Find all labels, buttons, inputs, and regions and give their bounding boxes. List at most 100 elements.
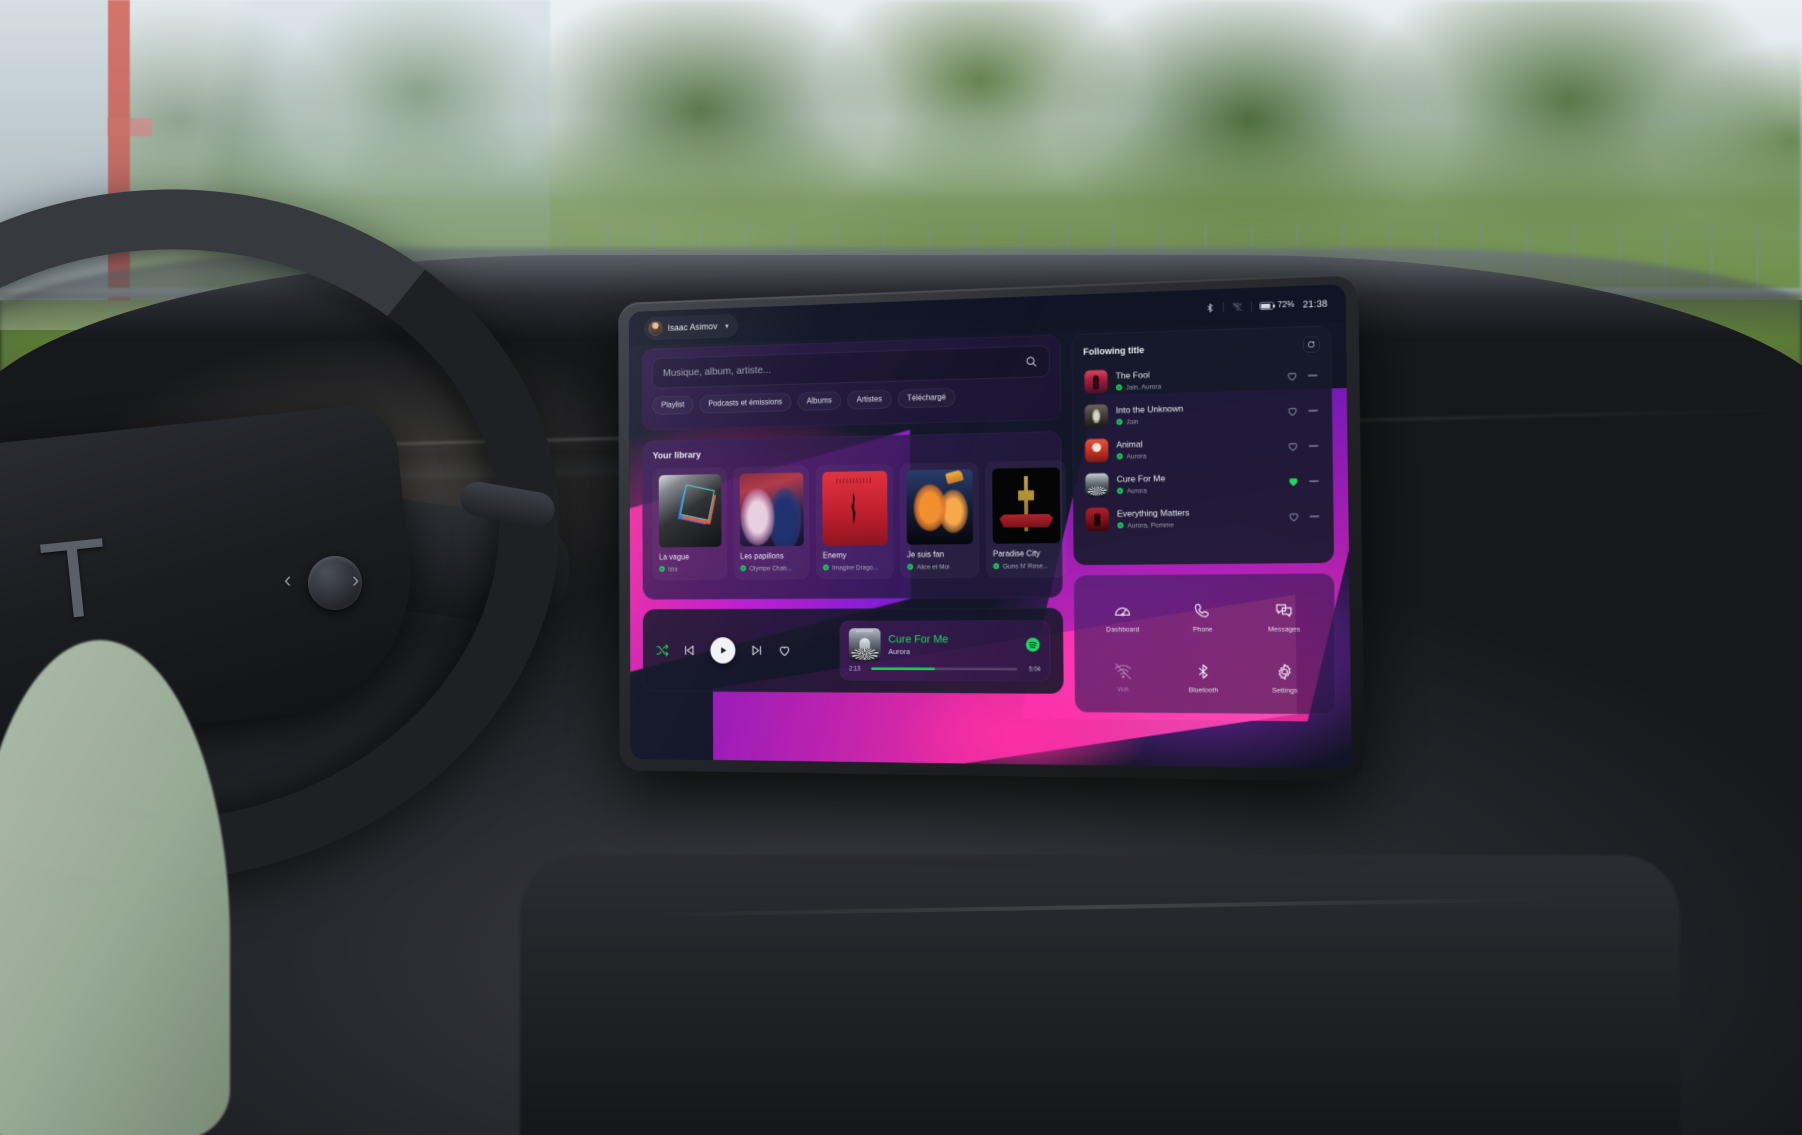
quick-action-phone[interactable]: Phone <box>1164 588 1242 646</box>
album-art <box>658 474 722 548</box>
left-column: Playlist Podcasts et émissions Albums Ar… <box>641 334 1067 600</box>
track-artist-row: Aurora <box>1116 449 1278 460</box>
track-row[interactable]: Animal Aurora <box>1084 430 1321 467</box>
album-artist-row: Olympe Chab... <box>740 564 803 572</box>
progress-slider[interactable] <box>871 667 1018 671</box>
spotify-icon <box>1116 418 1123 425</box>
shuffle-icon[interactable] <box>655 643 669 658</box>
remove-button[interactable] <box>1307 405 1319 417</box>
heart-icon[interactable] <box>777 643 791 658</box>
refresh-button[interactable] <box>1303 336 1320 353</box>
status-divider <box>1223 302 1224 313</box>
track-artist-row: Aurora <box>1117 484 1279 495</box>
track-artist-row: Aurora, Pomme <box>1117 519 1279 529</box>
album-artist-row: Alice et Moi <box>907 563 972 571</box>
album-card[interactable]: Paradise City Guns N' Rose... <box>985 460 1067 578</box>
track-artist: Jain, Aurora <box>1125 382 1162 392</box>
album-card[interactable]: Je suis fan Alice et Moi <box>900 462 979 579</box>
following-header: Following title <box>1083 336 1320 359</box>
avatar <box>648 320 663 336</box>
spotify-icon <box>1117 487 1124 494</box>
now-playing-card[interactable]: AURORA Cure For Me Aurora 2:13 5:04 <box>839 620 1051 682</box>
remove-button[interactable] <box>1308 475 1320 487</box>
infotainment-screen[interactable]: Isaac Asimov ▼ 72% 21:38 Musique, album,… <box>629 284 1352 769</box>
track-cover <box>1085 473 1109 497</box>
heart-icon[interactable] <box>1286 405 1299 418</box>
album-artist-row: Imagine Drago... <box>823 563 887 571</box>
album-artist: Izia <box>668 565 678 573</box>
track-list: The Fool Jain, Aurora Into the Unknown J… <box>1083 359 1321 535</box>
quick-action-label: Wifi <box>1117 685 1130 693</box>
play-button[interactable] <box>710 637 736 664</box>
heart-icon[interactable] <box>1287 475 1300 488</box>
track-row[interactable]: The Fool Jain, Aurora <box>1083 359 1319 398</box>
album-artist: Guns N' Rose... <box>1002 561 1049 570</box>
track-title: Into the Unknown <box>1115 403 1184 416</box>
search-input[interactable] <box>662 355 1025 380</box>
quick-action-messages[interactable]: Messages <box>1244 588 1324 646</box>
heart-icon[interactable] <box>1286 370 1299 383</box>
tesla-logo: T <box>35 514 115 645</box>
heart-icon[interactable] <box>1287 510 1300 523</box>
quick-action-dashboard[interactable]: Dashboard <box>1084 588 1161 645</box>
album-art <box>822 470 888 546</box>
album-art <box>739 472 804 547</box>
chip-podcasts[interactable]: Podcasts et émissions <box>699 393 792 414</box>
album-card[interactable]: La vague Izia <box>652 467 727 580</box>
album-card[interactable]: Enemy Imagine Drago... <box>816 464 894 579</box>
album-artist: Olympe Chab... <box>749 564 792 572</box>
chip-albums[interactable]: Albums <box>797 391 841 411</box>
quick-action-bluetooth[interactable]: Bluetooth <box>1164 649 1242 707</box>
profile-name: Isaac Asimov <box>667 321 718 333</box>
spotify-icon <box>1115 384 1123 391</box>
remove-button[interactable] <box>1307 370 1319 382</box>
chip-telecharge[interactable]: Téléchargé <box>897 388 956 408</box>
skip-previous-icon[interactable] <box>683 643 697 658</box>
progress-row: 2:13 5:04 <box>849 665 1040 673</box>
remove-button[interactable] <box>1308 440 1320 452</box>
bluetooth-icon[interactable] <box>1205 303 1215 314</box>
following-title-panel: Following title The Fool Jain, Aurora In… <box>1071 325 1335 566</box>
heart-icon[interactable] <box>1287 440 1300 453</box>
wifi-off-icon[interactable] <box>1232 302 1243 313</box>
battery-icon <box>1259 301 1274 310</box>
spotify-icon <box>659 566 665 572</box>
album-card[interactable]: Les papillons Olympe Chab... <box>733 465 810 580</box>
spotify-icon[interactable] <box>1025 637 1040 652</box>
clock: 21:38 <box>1302 298 1328 310</box>
chip-artistes[interactable]: Artistes <box>847 390 892 410</box>
messages-icon <box>1274 601 1293 620</box>
track-meta: Animal Aurora <box>1116 436 1278 460</box>
track-row[interactable]: Everything Matters Aurora, Pomme <box>1085 500 1322 535</box>
chip-playlist[interactable]: Playlist <box>652 395 694 415</box>
album-artist: Imagine Drago... <box>832 563 879 572</box>
album-title: Paradise City <box>992 549 1041 559</box>
battery-percent: 72% <box>1277 300 1295 310</box>
search-box[interactable] <box>652 345 1050 389</box>
gear-icon <box>1275 662 1294 681</box>
album-cover <box>992 467 1061 544</box>
track-row[interactable]: Cure For Me Aurora <box>1084 465 1321 501</box>
status-divider-2 <box>1250 301 1252 312</box>
chevron-right-icon: › <box>352 567 360 592</box>
status-indicators: 72% 21:38 <box>1205 298 1328 313</box>
quick-action-wifi[interactable]: Wifi <box>1085 649 1162 706</box>
profile-chip[interactable]: Isaac Asimov ▼ <box>644 314 738 340</box>
progress-fill <box>871 667 935 670</box>
track-artist: Aurora <box>1126 486 1147 495</box>
spotify-icon <box>823 564 829 571</box>
right-column: Following title The Fool Jain, Aurora In… <box>1071 325 1337 715</box>
track-title: Everything Matters <box>1116 507 1190 519</box>
quick-action-settings[interactable]: Settings <box>1245 649 1325 708</box>
skip-next-icon[interactable] <box>749 643 763 658</box>
quick-action-label: Dashboard <box>1106 625 1140 633</box>
remove-button[interactable] <box>1309 511 1321 523</box>
quick-action-label: Messages <box>1268 624 1301 633</box>
chevron-down-icon: ▼ <box>723 322 730 330</box>
album-title: La vague <box>658 552 690 562</box>
search-icon[interactable] <box>1025 355 1038 368</box>
playback-controls <box>655 637 791 664</box>
quick-action-label: Bluetooth <box>1188 685 1219 694</box>
quick-action-label: Phone <box>1192 624 1213 633</box>
track-row[interactable]: Into the Unknown Jain <box>1084 394 1321 432</box>
